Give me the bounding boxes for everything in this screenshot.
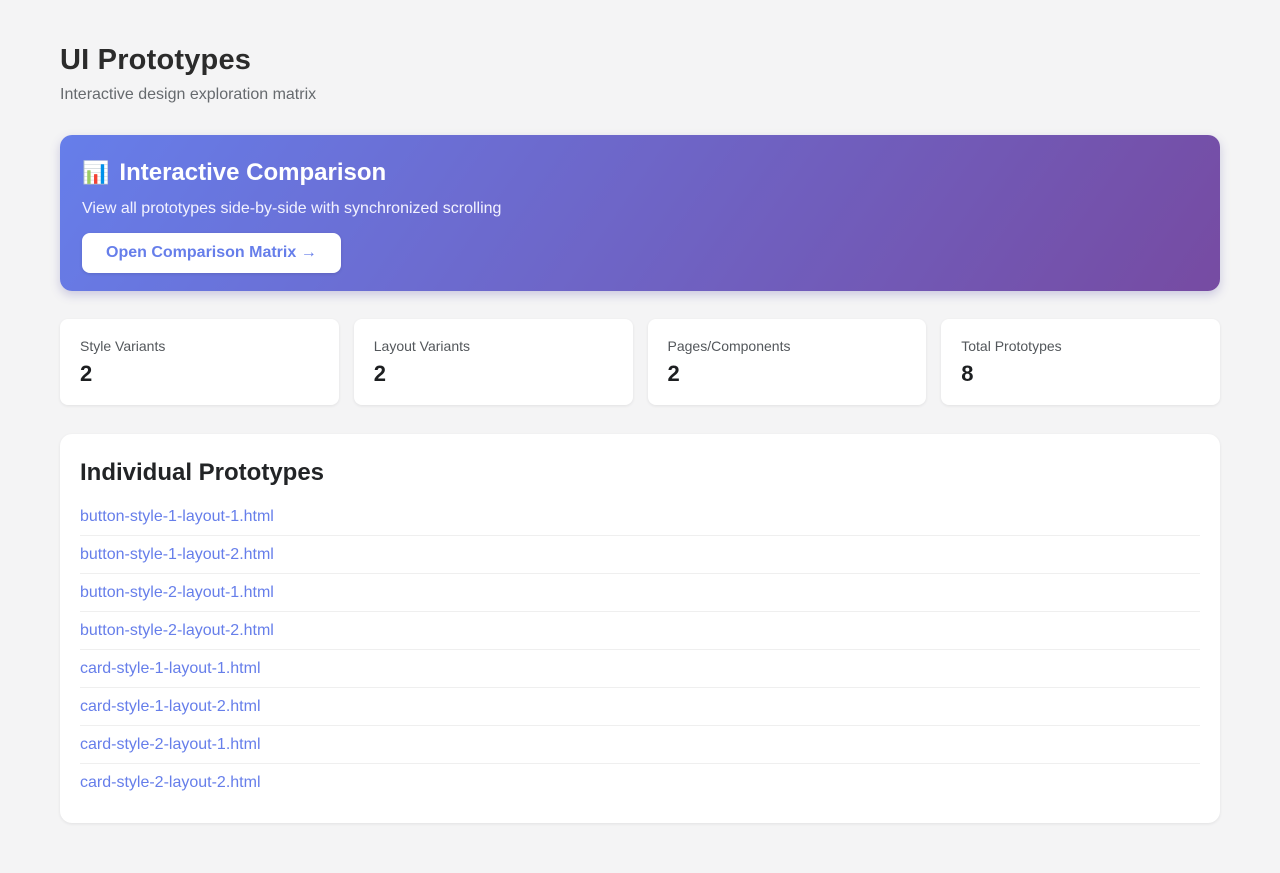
stat-label: Total Prototypes [961,338,1062,354]
prototype-link[interactable]: card-style-2-layout-1.html [80,736,261,753]
prototype-link[interactable]: card-style-1-layout-2.html [80,698,261,715]
stat-card-pages-components: Pages/Components 2 [647,319,927,405]
prototype-link[interactable]: card-style-1-layout-1.html [80,660,261,677]
stat-value: 2 [80,361,93,386]
page-title: UI Prototypes [60,44,252,76]
prototypes-card: Individual Prototypes button-style-1-lay… [60,434,1220,823]
stat-card-layout-variants: Layout Variants 2 [353,319,633,405]
stat-value: 8 [961,361,974,386]
prototype-link[interactable]: button-style-1-layout-1.html [80,508,274,525]
stat-label: Layout Variants [373,338,470,354]
list-item: card-style-2-layout-2.html [80,764,1200,801]
page-container: UI Prototypes Interactive design explora… [0,0,1280,863]
banner-description: View all prototypes side-by-side with sy… [82,200,502,217]
list-item: button-style-2-layout-2.html [80,612,1200,650]
banner-title-text: Interactive Comparison [119,159,387,186]
list-item: card-style-1-layout-1.html [80,650,1200,688]
list-item: button-style-1-layout-1.html [80,498,1200,536]
stat-label: Style Variants [80,338,166,354]
stat-value: 2 [373,361,386,386]
banner-title: 📊 Interactive Comparison [82,158,1198,188]
list-item: button-style-2-layout-1.html [80,574,1200,612]
prototype-link[interactable]: button-style-1-layout-2.html [80,546,274,563]
bar-chart-icon: 📊 [82,160,110,185]
prototype-link[interactable]: button-style-2-layout-1.html [80,584,274,601]
prototypes-heading: Individual Prototypes [80,459,325,486]
page-subtitle: Interactive design exploration matrix [60,86,317,103]
comparison-banner: 📊 Interactive Comparison View all protot… [60,135,1220,291]
prototype-link[interactable]: button-style-2-layout-2.html [80,622,274,639]
open-comparison-button[interactable]: Open Comparison Matrix → [82,233,341,273]
stat-value: 2 [667,361,680,386]
stat-label: Pages/Components [667,338,791,354]
list-item: card-style-1-layout-2.html [80,688,1200,726]
prototype-link[interactable]: card-style-2-layout-2.html [80,774,261,791]
prototypes-list: button-style-1-layout-1.html button-styl… [80,498,1200,801]
stat-card-total-prototypes: Total Prototypes 8 [941,319,1220,405]
stat-card-style-variants: Style Variants 2 [60,319,339,405]
list-item: card-style-2-layout-1.html [80,726,1200,764]
list-item: button-style-1-layout-2.html [80,536,1200,574]
stats-row: Style Variants 2 Layout Variants 2 Pages… [60,319,1220,405]
